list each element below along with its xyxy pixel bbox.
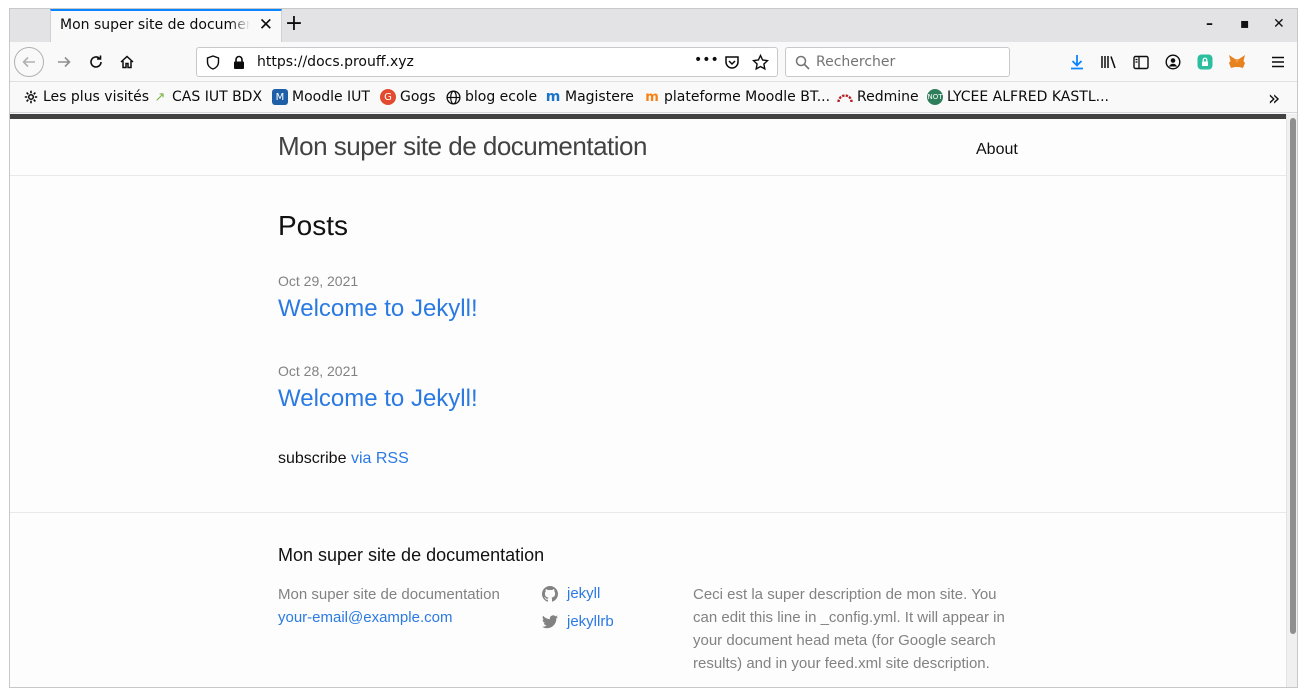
close-tab-icon[interactable]: ✕ xyxy=(259,16,273,34)
bookmark-label: Les plus visités xyxy=(43,89,150,105)
moodle-hat-icon: m xyxy=(645,89,659,105)
pocket-icon[interactable] xyxy=(724,55,740,70)
github-username: jekyll xyxy=(567,585,601,602)
url-text: https://docs.prouff.xyz xyxy=(257,54,414,70)
post-date: Oct 28, 2021 xyxy=(278,363,359,379)
footer-email-link[interactable]: your-email@example.com xyxy=(278,606,528,629)
vpn-extension-button[interactable] xyxy=(1193,50,1217,74)
gogs-icon: G xyxy=(380,89,396,105)
menu-button[interactable] xyxy=(1266,50,1290,74)
bookmark-most-visited[interactable]: Les plus visités xyxy=(23,89,149,105)
footer-description: Ceci est la super description de mon sit… xyxy=(693,586,1005,672)
gear-icon xyxy=(23,89,39,105)
twitter-username: jekyllrb xyxy=(567,613,614,630)
bookmark-gogs[interactable]: G Gogs xyxy=(380,89,436,105)
bookmark-blog-ecole[interactable]: blog ecole xyxy=(445,89,537,105)
download-icon xyxy=(1071,55,1083,70)
bookmark-magistere[interactable]: m Magistere xyxy=(545,89,634,105)
search-icon xyxy=(795,55,810,70)
scrollbar-thumb[interactable] xyxy=(1290,118,1296,634)
forward-arrow-icon xyxy=(58,56,71,68)
post-title-link[interactable]: Welcome to Jekyll! xyxy=(278,385,478,413)
account-icon xyxy=(1165,54,1181,70)
github-link[interactable]: jekyll xyxy=(542,585,600,602)
bookmarks-toolbar: Les plus visités ↗ CAS IUT BDX M Moodle … xyxy=(10,83,1297,113)
nav-about-link[interactable]: About xyxy=(976,141,1018,159)
navigation-toolbar: https://docs.prouff.xyz ••• Rechercher xyxy=(10,42,1297,82)
home-icon xyxy=(120,55,134,69)
github-icon xyxy=(542,585,558,602)
post-date: Oct 29, 2021 xyxy=(278,273,359,289)
url-bar[interactable]: https://docs.prouff.xyz ••• xyxy=(196,47,778,77)
bookmark-label: Redmine xyxy=(857,89,919,105)
magistere-icon: m xyxy=(545,89,561,105)
bookmark-label: LYCEE ALFRED KASTL... xyxy=(947,89,1109,105)
back-arrow-icon xyxy=(22,56,35,68)
page-viewport: Mon super site de documentation About Po… xyxy=(10,114,1286,687)
close-window-button[interactable]: ✕ xyxy=(1273,15,1285,33)
bookmark-redmine[interactable]: Redmine xyxy=(837,89,919,105)
lock-extension-icon xyxy=(1197,54,1213,70)
library-button[interactable] xyxy=(1097,50,1121,74)
tab-strip: Mon super site de documentation ✕ + – ▪ … xyxy=(10,9,1297,42)
subscribe-text: subscribe xyxy=(278,450,347,467)
search-placeholder: Rechercher xyxy=(816,54,896,70)
footer-site-name: Mon super site de documentation xyxy=(278,586,500,603)
site-title-link[interactable]: Mon super site de documentation xyxy=(278,131,647,162)
hamburger-menu-icon xyxy=(1272,56,1284,68)
reload-button[interactable] xyxy=(84,50,108,74)
downloads-button[interactable] xyxy=(1065,50,1089,74)
redmine-icon xyxy=(837,89,853,105)
metamask-extension-button[interactable] xyxy=(1225,50,1249,74)
cas-icon: ↗ xyxy=(154,89,166,105)
bookmark-label: Moodle IUT xyxy=(292,89,370,105)
reload-icon xyxy=(90,55,102,68)
bookmark-moodle-bts[interactable]: m plateforme Moodle BT... xyxy=(644,89,830,105)
bookmark-label: blog ecole xyxy=(465,89,538,105)
bookmark-label: Gogs xyxy=(400,89,436,105)
bookmark-lycee[interactable]: NOT LYCEE ALFRED KASTL... xyxy=(927,89,1109,105)
lycee-icon: NOT xyxy=(927,89,943,105)
library-icon xyxy=(1101,56,1116,69)
home-button[interactable] xyxy=(115,50,139,74)
sidebar-button[interactable] xyxy=(1129,50,1153,74)
footer-heading: Mon super site de documentation xyxy=(278,545,545,565)
twitter-icon xyxy=(542,614,558,628)
twitter-link[interactable]: jekyllrb xyxy=(542,613,614,630)
moodle-icon: M xyxy=(272,89,288,105)
bookmark-cas-iut[interactable]: ↗ CAS IUT BDX xyxy=(152,89,263,105)
site-footer: Mon super site de documentation Mon supe… xyxy=(10,512,1286,687)
sidebar-icon xyxy=(1133,55,1149,69)
shield-icon[interactable] xyxy=(206,55,220,70)
fox-icon xyxy=(1229,55,1245,68)
account-button[interactable] xyxy=(1161,50,1185,74)
rss-link[interactable]: via RSS xyxy=(351,450,409,467)
bookmarks-overflow-icon[interactable]: » xyxy=(1268,86,1280,110)
footer-contact: Mon super site de documentation your-ema… xyxy=(278,583,528,629)
new-tab-button[interactable]: + xyxy=(284,11,304,37)
site-header: Mon super site de documentation About xyxy=(10,119,1286,176)
active-tab[interactable]: Mon super site de documentation ✕ xyxy=(50,9,282,42)
posts-heading: Posts xyxy=(278,210,349,241)
bookmark-star-icon[interactable] xyxy=(752,54,769,71)
post-title-link[interactable]: Welcome to Jekyll! xyxy=(278,295,478,323)
maximize-button[interactable]: ▪ xyxy=(1240,15,1250,33)
bookmark-label: Magistere xyxy=(565,89,634,105)
minimize-button[interactable]: – xyxy=(1206,15,1213,33)
tab-title: Mon super site de documentation xyxy=(60,17,250,33)
bookmark-label: CAS IUT BDX xyxy=(172,89,263,105)
lock-icon[interactable] xyxy=(233,55,245,70)
forward-button[interactable] xyxy=(52,50,76,74)
page-actions-icon[interactable]: ••• xyxy=(694,52,719,68)
browser-window: Mon super site de documentation ✕ + – ▪ … xyxy=(9,8,1298,688)
globe-icon xyxy=(445,89,461,105)
subscribe-line: subscribe via RSS xyxy=(278,450,409,468)
back-button[interactable] xyxy=(14,47,44,77)
vertical-scrollbar[interactable] xyxy=(1286,114,1297,687)
bookmark-label: plateforme Moodle BT... xyxy=(664,89,831,105)
search-bar[interactable]: Rechercher xyxy=(785,47,1010,77)
bookmark-moodle-iut[interactable]: M Moodle IUT xyxy=(272,89,370,105)
